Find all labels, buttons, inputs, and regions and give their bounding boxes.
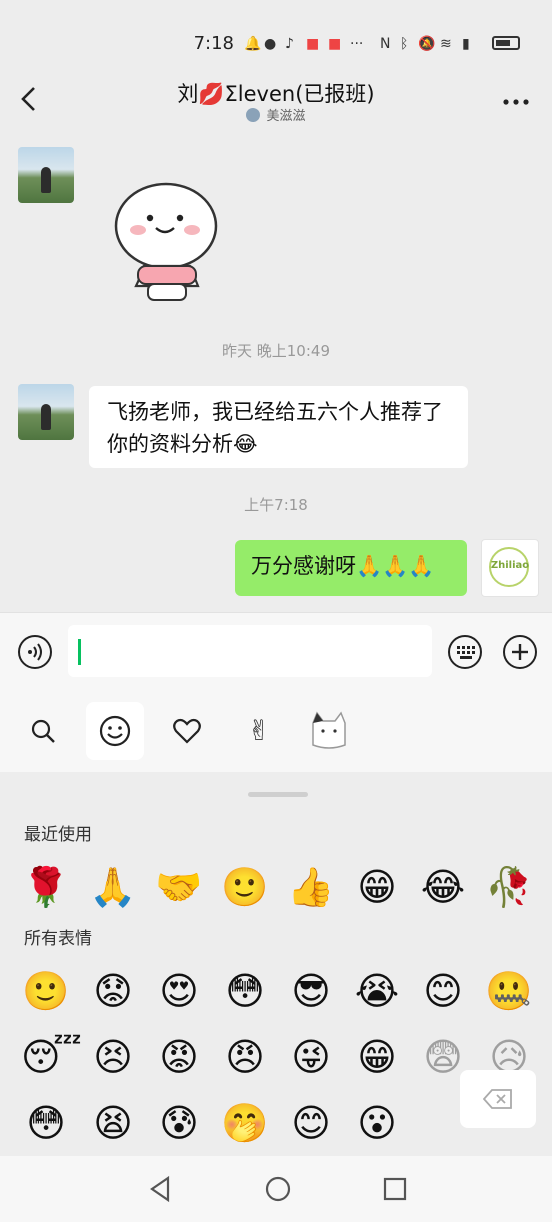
keyboard-icon bbox=[457, 646, 475, 659]
more-functions-button[interactable] bbox=[503, 635, 537, 669]
notification-bell-icon: 🔔 bbox=[244, 36, 262, 52]
emoji-item[interactable]: 😳 bbox=[220, 966, 270, 1016]
recent-emoji-item[interactable]: 😁 bbox=[352, 862, 402, 912]
home-circle-icon bbox=[265, 1176, 291, 1202]
backspace-icon bbox=[482, 1089, 512, 1109]
all-section-title: 所有表情 bbox=[24, 929, 92, 949]
network-icon: ● bbox=[264, 36, 277, 52]
heart-icon bbox=[173, 718, 201, 744]
tab-favorites[interactable] bbox=[158, 702, 216, 760]
emoji-item[interactable]: 😠 bbox=[220, 1032, 270, 1082]
triangle-back-icon bbox=[150, 1175, 170, 1203]
emoji-item[interactable]: 😊 bbox=[418, 966, 468, 1016]
emoji-item[interactable]: 😁 bbox=[352, 1032, 402, 1082]
nfc-icon: N bbox=[380, 36, 391, 52]
sticker-message[interactable] bbox=[110, 180, 230, 310]
emoji-item[interactable]: 😣 bbox=[88, 1032, 138, 1082]
mute-icon: 🔕 bbox=[418, 36, 436, 52]
status-time: 7:18 bbox=[193, 33, 234, 54]
emoji-item[interactable]: 😍 bbox=[154, 966, 204, 1016]
status-bar: 7:18 🔔 ● ♪ ■ ■ ··· N ᛒ 🔕 ≋ ▮ bbox=[0, 0, 552, 84]
more-dots-icon bbox=[503, 99, 529, 105]
text-cursor bbox=[78, 639, 81, 665]
emoji-item[interactable]: 😜 bbox=[286, 1032, 336, 1082]
chat-title: 刘💋Σleven(已报班) bbox=[177, 82, 375, 106]
voice-button[interactable] bbox=[18, 635, 52, 669]
sticker-icon bbox=[114, 182, 218, 301]
victory-hand-icon: ✌ bbox=[247, 714, 271, 747]
nav-recents-button[interactable] bbox=[378, 1172, 412, 1206]
message-input[interactable] bbox=[68, 625, 432, 677]
recent-emoji-item[interactable]: 🥀 bbox=[484, 862, 534, 912]
drag-handle[interactable] bbox=[248, 792, 308, 797]
tab-search[interactable] bbox=[14, 702, 72, 760]
backspace-button[interactable] bbox=[460, 1070, 536, 1128]
emoji-item[interactable]: 😳 bbox=[21, 1098, 71, 1148]
chat-subtitle-text: 美滋滋 bbox=[266, 109, 306, 124]
emoji-item[interactable]: 😫 bbox=[88, 1098, 138, 1148]
emoji-tabs: ✌ bbox=[0, 692, 552, 773]
nav-home-button[interactable] bbox=[261, 1172, 295, 1206]
recents-square-icon bbox=[383, 1177, 407, 1201]
cat-sticker-icon bbox=[312, 711, 346, 749]
contact-avatar[interactable] bbox=[18, 147, 74, 203]
emoji-item[interactable]: 😡 bbox=[154, 1032, 204, 1082]
tab-sticker-pack[interactable] bbox=[300, 702, 358, 760]
my-avatar[interactable]: Zhiliao bbox=[481, 539, 539, 597]
recent-emoji-item[interactable]: 😂 bbox=[418, 862, 468, 912]
emoji-item[interactable]: 🤐 bbox=[484, 966, 534, 1016]
app-icon: ■ bbox=[328, 36, 342, 52]
outgoing-message-bubble[interactable]: 万分感谢呀🙏🙏🙏 bbox=[235, 540, 467, 596]
recent-section-title: 最近使用 bbox=[24, 825, 92, 845]
timestamp: 上午7:18 bbox=[244, 496, 308, 514]
wifi-icon: ≋ bbox=[440, 36, 452, 52]
smiley-icon bbox=[99, 715, 131, 747]
emoji-panel: 最近使用 🌹 🙏 🤝 🙂 👍 😁 😂 🥀 所有表情 🙂 😟 😍 😳 😎 😭 😊 🤐 😴 😣 😡 😠 😜 😁 😨 😥 😳 😫 😰 🤭 😊… bbox=[0, 772, 552, 1156]
recent-emoji-item[interactable]: 🌹 bbox=[21, 862, 71, 912]
recent-emoji-item[interactable]: 🤝 bbox=[154, 862, 204, 912]
tab-stickers[interactable]: ✌ bbox=[230, 702, 288, 760]
bluetooth-icon: ᛒ bbox=[400, 36, 409, 52]
more-icon: ··· bbox=[350, 36, 364, 52]
nav-back-button[interactable] bbox=[144, 1172, 178, 1206]
plus-icon bbox=[512, 644, 528, 660]
emoji-item[interactable]: 🙂 bbox=[21, 966, 71, 1016]
battery-icon bbox=[492, 36, 520, 50]
signal-icon: ▮ bbox=[462, 36, 470, 52]
voice-icon bbox=[28, 643, 42, 661]
contact-avatar[interactable] bbox=[18, 384, 74, 440]
emoji-item[interactable]: 😭 bbox=[352, 966, 402, 1016]
emoji-item[interactable]: 😊 bbox=[286, 1098, 336, 1148]
emoji-item[interactable]: 😴 bbox=[21, 1032, 82, 1082]
my-avatar-text: Zhiliao bbox=[490, 560, 530, 571]
tab-emoji[interactable] bbox=[86, 702, 144, 760]
input-bar bbox=[0, 612, 552, 693]
emoji-item[interactable]: 🤭 bbox=[220, 1098, 270, 1148]
recent-emoji-item[interactable]: 🙂 bbox=[220, 862, 270, 912]
incoming-message-bubble[interactable]: 飞扬老师，我已经给五六个人推荐了你的资料分析😂 bbox=[89, 386, 468, 468]
more-options-button[interactable] bbox=[502, 84, 530, 114]
recent-emoji-item[interactable]: 👍 bbox=[286, 862, 336, 912]
emoji-item[interactable]: 😟 bbox=[88, 966, 138, 1016]
music-icon: ♪ bbox=[285, 36, 294, 52]
emoji-item[interactable]: 😰 bbox=[154, 1098, 204, 1148]
status-icon bbox=[246, 108, 261, 122]
timestamp: 昨天 晚上10:49 bbox=[222, 342, 330, 360]
emoji-item[interactable]: 😮 bbox=[352, 1098, 402, 1148]
chat-subtitle: 美滋滋 bbox=[0, 105, 552, 124]
recent-emoji-item[interactable]: 🙏 bbox=[88, 862, 138, 912]
emoji-item[interactable]: 😎 bbox=[286, 966, 336, 1016]
app-icon: ■ bbox=[306, 36, 320, 52]
keyboard-button[interactable] bbox=[448, 635, 482, 669]
search-icon bbox=[31, 719, 55, 743]
navigation-bar bbox=[0, 1156, 552, 1222]
